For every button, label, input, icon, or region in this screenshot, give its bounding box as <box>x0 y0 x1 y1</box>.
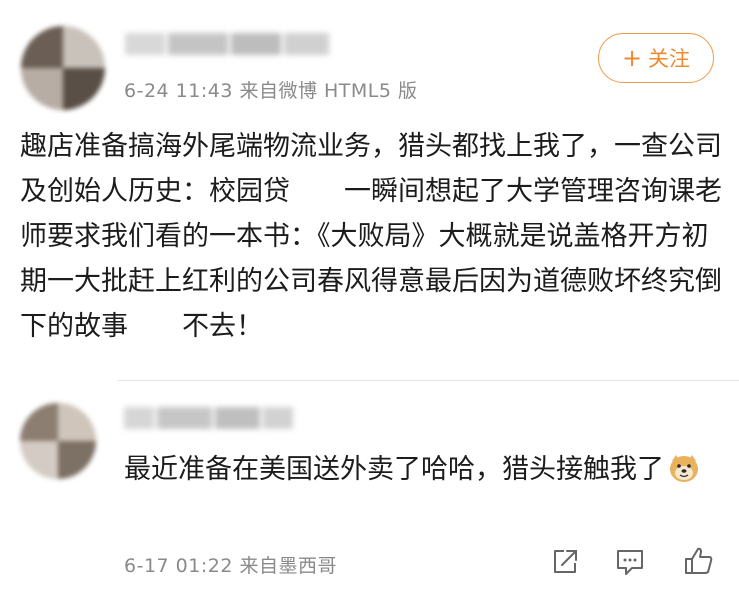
reply-timestamp-source: 6-17 01:22 来自墨西哥 <box>124 555 337 577</box>
post-username-blurred[interactable] <box>125 33 335 59</box>
divider <box>118 380 739 381</box>
reply-text-content: 最近准备在美国送外卖了哈哈，猎头接触我了 <box>124 454 664 485</box>
plus-icon: + <box>621 44 643 72</box>
share-icon[interactable] <box>550 547 580 577</box>
thumbs-up-icon[interactable] <box>683 545 713 575</box>
reply-text: 最近准备在美国送外卖了哈哈，猎头接触我了 <box>124 448 724 491</box>
post-timestamp-source: 6-24 11:43 来自微博 HTML5 版 <box>124 80 418 102</box>
reply-avatar[interactable] <box>20 403 96 479</box>
reply-username-blurred[interactable] <box>124 407 304 433</box>
follow-button[interactable]: + 关注 <box>598 33 714 83</box>
comment-icon[interactable] <box>615 547 645 577</box>
post-avatar[interactable] <box>21 26 105 110</box>
follow-label: 关注 <box>648 47 691 71</box>
doge-emoji-icon <box>668 453 700 483</box>
post-text: 趣店准备搞海外尾端物流业务，猎头都找上我了，一查公司及创始人历史：校园贷 一瞬间… <box>20 131 722 342</box>
